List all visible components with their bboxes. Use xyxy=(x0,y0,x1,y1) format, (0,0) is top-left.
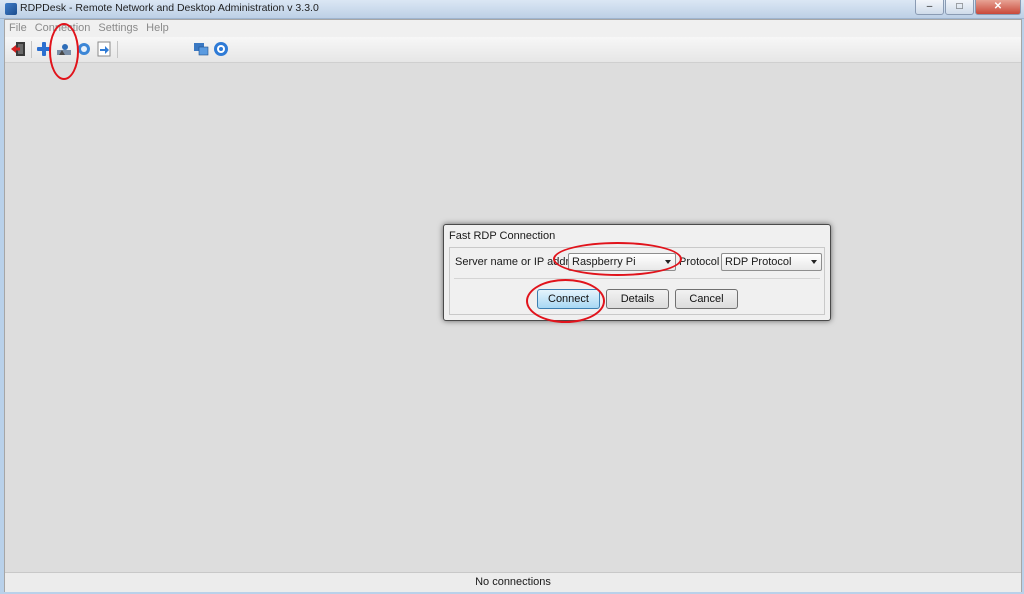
status-bar: No connections xyxy=(5,572,1021,592)
dialog-panel: Server name or IP address Raspberry Pi P… xyxy=(449,247,825,315)
cancel-button[interactable]: Cancel xyxy=(675,289,738,309)
network-icon[interactable] xyxy=(193,41,209,57)
menu-settings[interactable]: Settings xyxy=(94,20,142,37)
refresh-icon[interactable] xyxy=(76,41,92,57)
server-label: Server name or IP address xyxy=(455,256,587,268)
toolbar xyxy=(5,37,1021,63)
import-icon[interactable] xyxy=(96,41,112,57)
close-button[interactable]: ✕ xyxy=(975,0,1021,15)
app-window: RDPDesk - Remote Network and Desktop Adm… xyxy=(0,0,1024,594)
maximize-button[interactable]: □ xyxy=(945,0,974,15)
toolbar-separator xyxy=(117,41,118,58)
app-icon xyxy=(5,3,17,15)
server-select[interactable]: Raspberry Pi xyxy=(568,253,676,271)
protocol-select[interactable]: RDP Protocol xyxy=(721,253,822,271)
fast-rdp-dialog: Fast RDP Connection Server name or IP ad… xyxy=(443,224,831,321)
protocol-value: RDP Protocol xyxy=(725,256,792,268)
menu-connection[interactable]: Connection xyxy=(31,20,95,37)
toolbar-separator xyxy=(31,41,32,58)
details-button[interactable]: Details xyxy=(606,289,669,309)
exit-icon[interactable] xyxy=(10,41,26,57)
menu-help[interactable]: Help xyxy=(142,20,173,37)
fast-connect-icon[interactable] xyxy=(56,41,72,57)
title-bar[interactable]: RDPDesk - Remote Network and Desktop Adm… xyxy=(0,0,1024,19)
window-title: RDPDesk - Remote Network and Desktop Adm… xyxy=(20,2,319,14)
settings-icon[interactable] xyxy=(213,41,229,57)
server-value: Raspberry Pi xyxy=(572,256,636,268)
menu-bar: File Connection Settings Help xyxy=(5,20,1021,37)
add-icon[interactable] xyxy=(36,41,52,57)
dialog-divider xyxy=(454,278,820,279)
minimize-button[interactable]: – xyxy=(915,0,944,15)
chevron-down-icon xyxy=(665,260,671,264)
menu-file[interactable]: File xyxy=(5,20,31,37)
chevron-down-icon xyxy=(811,260,817,264)
dialog-title: Fast RDP Connection xyxy=(449,230,556,242)
protocol-label: Protocol xyxy=(679,256,720,268)
caption-buttons: – □ ✕ xyxy=(915,0,1021,15)
connect-button[interactable]: Connect xyxy=(537,289,600,309)
